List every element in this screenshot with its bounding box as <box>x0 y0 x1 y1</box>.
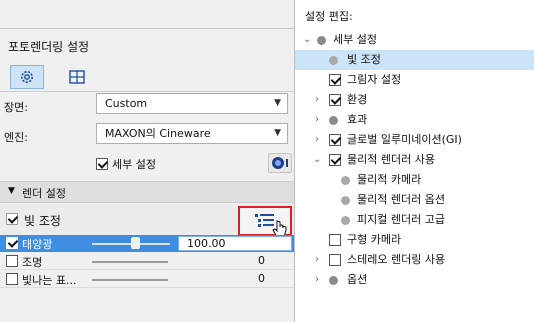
tree-item-stereo-rendering[interactable]: › 스테레오 렌더링 사용 <box>295 250 534 270</box>
scene-select[interactable]: Custom ▼ <box>96 93 288 114</box>
tree-item-options[interactable]: › 옵션 <box>295 270 534 290</box>
light-row-sun[interactable]: 태양광 100.00 <box>0 235 296 252</box>
tree-item-label: 물리적 렌더러 옵션 <box>357 193 445 206</box>
dot-icon <box>317 36 326 45</box>
sun-slider-thumb[interactable] <box>131 237 140 249</box>
dot-icon <box>341 196 350 205</box>
panel-title: 포토렌더링 설정 <box>8 40 90 54</box>
chevron-right-icon[interactable]: › <box>315 90 319 110</box>
lamp-label: 조명 <box>22 256 43 269</box>
gear-icon <box>21 71 33 83</box>
engine-label: 엔진: <box>4 131 28 144</box>
chevron-right-icon[interactable]: › <box>315 110 319 130</box>
tree-item-check[interactable] <box>329 94 341 106</box>
lamp-slider-track[interactable] <box>92 261 168 263</box>
edit-settings-title: 설정 편집: <box>305 10 353 23</box>
tree-item-gi[interactable]: › 글로벌 일루미네이션(GI) <box>295 130 534 150</box>
tree-item-check[interactable] <box>329 154 341 166</box>
tab-split-view[interactable] <box>60 65 94 89</box>
split-view-icon <box>69 70 85 84</box>
edit-settings-panel: 설정 편집: ⌄ 세부 설정 빛 조정 그림자 설정 › 환경 › 효과 › 글… <box>294 0 534 322</box>
chevron-down-icon[interactable]: ⌄ <box>303 30 311 50</box>
tree-item-physical-renderer-options[interactable]: 물리적 렌더러 옵션 <box>295 190 534 210</box>
render-settings-label: 렌더 설정 <box>22 187 66 200</box>
tree-item-physical-renderer[interactable]: ⌄ 물리적 렌더러 사용 <box>295 150 534 170</box>
dot-icon <box>341 216 350 225</box>
tree-item-label: 스테레오 렌더링 사용 <box>347 253 446 266</box>
sun-value-input[interactable]: 100.00 <box>178 236 292 251</box>
chevron-down-icon[interactable]: ⌄ <box>313 150 321 170</box>
glow-check[interactable] <box>6 273 18 285</box>
tree-item-label: 그림자 설정 <box>347 73 402 86</box>
tree-item-label: 효과 <box>347 113 368 126</box>
glow-label: 빛나는 표... <box>22 274 77 287</box>
tree-item-label: 세부 설정 <box>333 33 377 46</box>
dot-icon <box>341 176 350 185</box>
lamp-check[interactable] <box>6 255 18 267</box>
scene-select-value: Custom <box>105 97 148 110</box>
tree-item-physical-renderer-advanced[interactable]: 피지컬 렌더러 고급 <box>295 210 534 230</box>
lamp-value[interactable]: 0 <box>258 254 265 267</box>
tab-settings[interactable] <box>10 65 44 89</box>
tree-item-label: 물리적 카메라 <box>357 173 422 186</box>
collapse-triangle-icon: ▼ <box>8 186 15 196</box>
tree-item-check[interactable] <box>329 134 341 146</box>
dropdown-arrow-icon: ▼ <box>274 128 281 138</box>
tree-item-label: 옵션 <box>347 273 368 286</box>
glow-value[interactable]: 0 <box>258 272 265 285</box>
tree-item-label: 피지컬 렌더러 고급 <box>357 213 445 226</box>
tree-item-label: 구형 카메라 <box>347 233 402 246</box>
dot-icon <box>329 276 338 285</box>
chevron-right-icon[interactable]: › <box>315 270 319 290</box>
tree-item-effects[interactable]: › 효과 <box>295 110 534 130</box>
tree-item-check[interactable] <box>329 74 341 86</box>
divider <box>0 91 296 92</box>
tree-item-shadow-settings[interactable]: 그림자 설정 <box>295 70 534 90</box>
tree-settings-button[interactable] <box>238 206 292 238</box>
tree-item-physical-camera[interactable]: 물리적 카메라 <box>295 170 534 190</box>
tree-item-label: 환경 <box>347 93 368 106</box>
dot-icon <box>329 116 338 125</box>
dot-icon <box>329 56 338 65</box>
tree-item-light-adjust[interactable]: 빛 조정 <box>295 50 534 70</box>
chevron-right-icon[interactable]: › <box>315 250 319 270</box>
cineware-logo-icon <box>272 157 288 169</box>
sun-label: 태양광 <box>22 238 53 251</box>
tree-item-check[interactable] <box>329 254 341 266</box>
tree-item-legacy-camera[interactable]: 구형 카메라 <box>295 230 534 250</box>
tree-item-label: 물리적 렌더러 사용 <box>347 153 435 166</box>
chevron-right-icon[interactable]: › <box>315 130 319 150</box>
tree-item-label: 빛 조정 <box>347 53 381 66</box>
light-adjust-check[interactable] <box>6 213 18 225</box>
light-row-lamp[interactable]: 조명 0 <box>0 253 296 270</box>
cineware-logo-button[interactable] <box>268 153 292 173</box>
scene-label: 장면: <box>4 101 28 114</box>
tree-item-detail-settings[interactable]: ⌄ 세부 설정 <box>295 30 534 50</box>
photorendering-settings-panel: 포토렌더링 설정 장면: Custom ▼ 엔진: MAXON의 Cinewar… <box>0 28 296 322</box>
tree-item-check[interactable] <box>329 234 341 246</box>
detail-settings-label: 세부 설정 <box>112 158 156 171</box>
sun-check[interactable] <box>6 237 18 249</box>
tree-item-label: 글로벌 일루미네이션(GI) <box>347 133 462 146</box>
light-adjust-label: 빛 조정 <box>24 214 61 228</box>
engine-select-value: MAXON의 Cineware <box>105 127 211 140</box>
detail-settings-check[interactable] <box>96 158 108 170</box>
detail-settings-checkbox[interactable]: 세부 설정 <box>96 156 156 172</box>
tree-item-environment[interactable]: › 환경 <box>295 90 534 110</box>
dropdown-arrow-icon: ▼ <box>274 98 281 108</box>
glow-slider-track[interactable] <box>92 279 168 281</box>
light-row-glow[interactable]: 빛나는 표... 0 <box>0 271 296 288</box>
render-settings-header[interactable]: ▼ 렌더 설정 <box>0 181 296 203</box>
engine-select[interactable]: MAXON의 Cineware ▼ <box>96 123 288 144</box>
